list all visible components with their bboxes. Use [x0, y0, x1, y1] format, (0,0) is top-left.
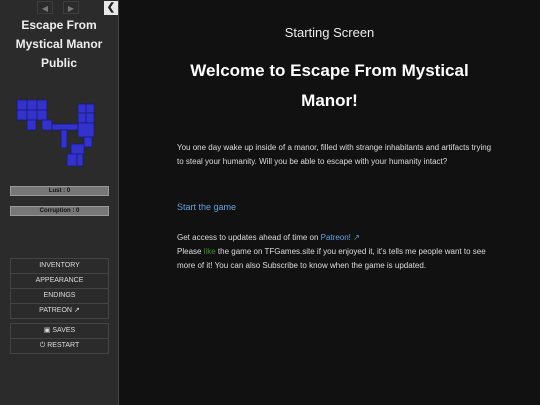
passage: Starting Screen Welcome to Escape From M…	[119, 0, 540, 405]
patreon-text: Get access to updates ahead of time on	[177, 233, 321, 242]
menu-appearance[interactable]: APPEARANCE	[11, 274, 108, 289]
lust-label: Lust : 0	[48, 188, 71, 194]
corruption-label: Corruption : 0	[39, 208, 80, 214]
saves-label: SAVES	[52, 327, 76, 334]
restart-label: RESTART	[47, 342, 80, 349]
ui-menu: ▣ SAVES ⏻ RESTART	[10, 323, 109, 354]
passage-title: Starting Screen	[284, 25, 375, 40]
like-text-before: Please	[177, 247, 204, 256]
welcome-heading: Welcome to Escape From Mystical Manor!	[190, 61, 469, 110]
external-link-icon: ↗	[73, 307, 80, 314]
saves-button[interactable]: ▣ SAVES	[11, 324, 108, 339]
patreon-paragraph: Get access to updates ahead of time on P…	[177, 231, 497, 245]
history-back-button[interactable]: ◀	[37, 1, 53, 14]
external-link-icon: ↗	[353, 233, 360, 242]
back-arrow-icon: ◀	[41, 4, 49, 13]
floppy-disk-icon: ▣	[43, 327, 51, 334]
patreon-link[interactable]: Patreon!	[321, 233, 351, 242]
lust-meter: Lust : 0	[10, 186, 109, 196]
start-game-label: Start the game	[177, 202, 237, 212]
like-link[interactable]: like	[204, 247, 216, 256]
like-text-after: the game on TFGames.site if you enjoyed …	[177, 247, 486, 270]
forward-arrow-icon: ▶	[67, 4, 75, 13]
restart-button[interactable]: ⏻ RESTART	[11, 339, 108, 353]
menu-patreon-label: PATREON	[39, 307, 72, 314]
story-menu: INVENTORY APPEARANCE ENDINGS PATREON ↗	[10, 258, 109, 319]
history-forward-button[interactable]: ▶	[63, 1, 79, 14]
sidebar: ◀ ▶ ❮ Escape From Mystical Manor Public	[0, 0, 119, 405]
menu-patreon[interactable]: PATREON ↗	[11, 304, 108, 318]
menu-inventory[interactable]: INVENTORY	[11, 259, 108, 274]
corruption-meter: Corruption : 0	[10, 206, 109, 216]
start-game-link[interactable]: Start the game	[177, 200, 497, 214]
like-paragraph: Please like the game on TFGames.site if …	[177, 245, 497, 273]
manor-map	[16, 99, 95, 167]
chevron-left-icon: ❮	[106, 2, 116, 13]
menu-endings[interactable]: ENDINGS	[11, 289, 108, 304]
intro-text: You one day wake up inside of a manor, f…	[177, 143, 492, 166]
power-icon: ⏻	[39, 342, 46, 349]
story-title: Escape From Mystical Manor Public	[15, 18, 103, 70]
sidebar-toggle-button[interactable]: ❮	[104, 1, 118, 15]
